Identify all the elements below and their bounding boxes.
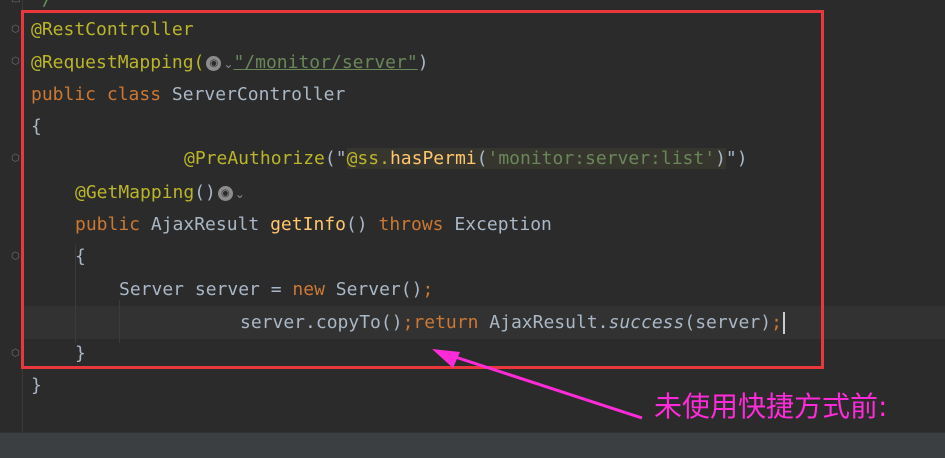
fold-marker-icon[interactable]: ⬡ [11,349,21,359]
arrow-icon [432,349,643,420]
comment-text: */ [31,0,53,10]
annotation-label: 未使用快捷方式前: [654,390,888,423]
code-line: } [31,374,42,398]
fold-marker-icon[interactable]: ⬡ [11,154,21,164]
brace: } [31,375,42,396]
editor-gutter: ▭ ⬡ ⬡ ⬡ ⬡ ⬡ [0,0,23,433]
fold-marker-icon[interactable]: ⬡ [11,25,21,35]
fold-marker-icon[interactable]: ⬡ [11,252,21,262]
fold-marker-icon[interactable]: ⬡ [11,57,21,67]
fold-marker-icon[interactable]: ▭ [11,0,21,6]
status-bar [0,432,945,458]
highlight-box [21,10,824,369]
